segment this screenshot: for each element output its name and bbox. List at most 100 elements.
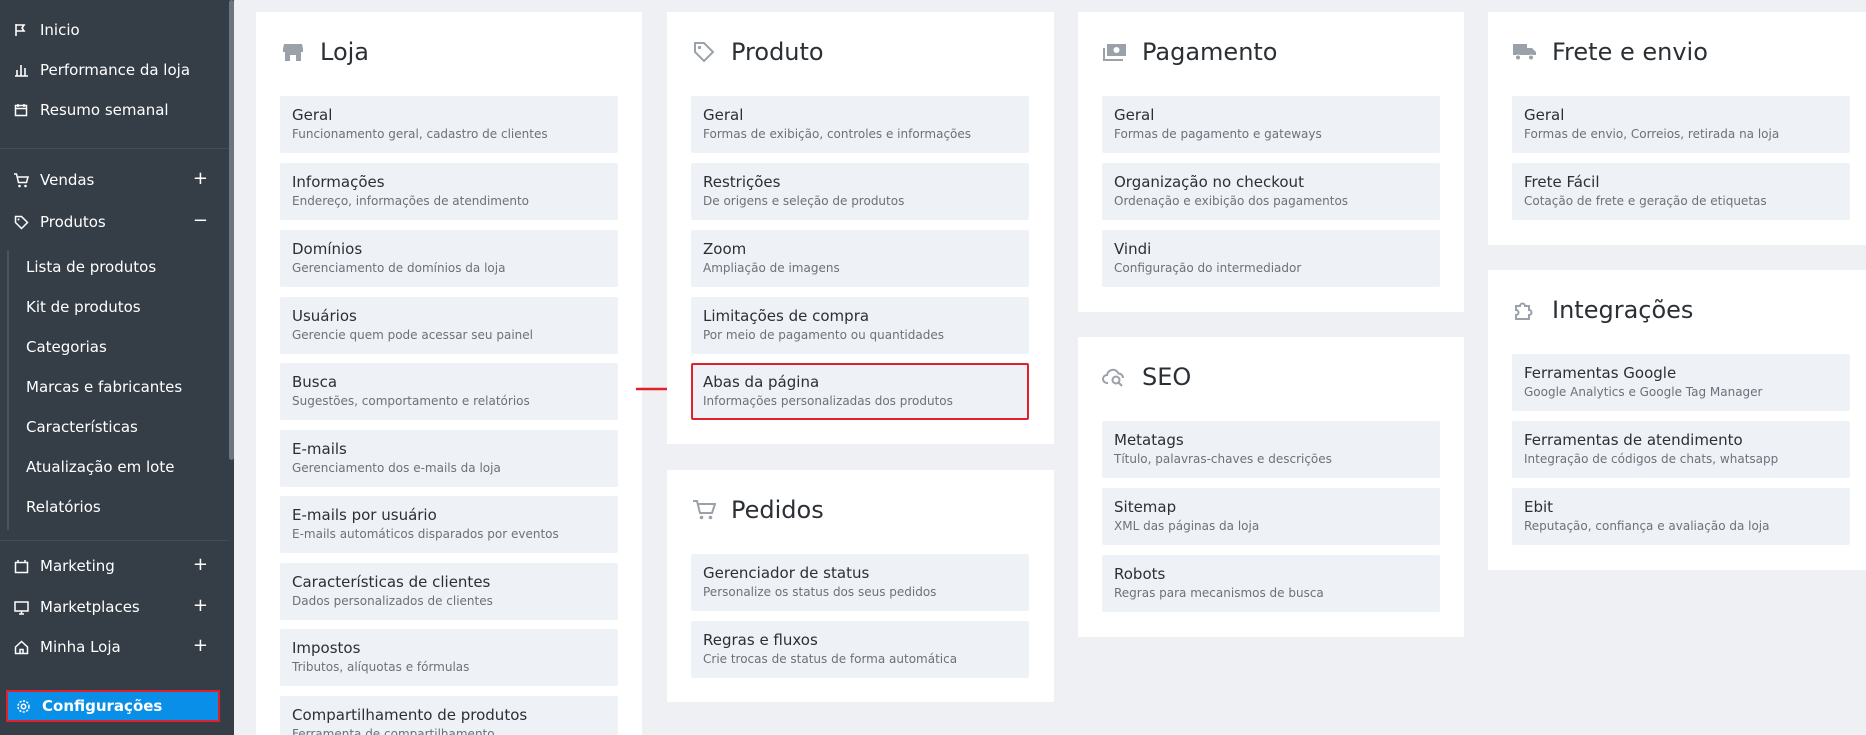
settings-card-busca[interactable]: Busca Sugestões, comportamento e relatóri…	[280, 363, 618, 420]
settings-card-informacoes[interactable]: Informações Endereço, informações de aten…	[280, 163, 618, 220]
card-title: Geral	[292, 106, 333, 124]
settings-card-frete-facil[interactable]: Frete Fácil Cotação de frete e geração de…	[1512, 163, 1850, 220]
settings-card-compartilhamento[interactable]: Compartilhamento de produtos Ferramenta d…	[280, 696, 618, 735]
expand-icon[interactable]: +	[193, 554, 208, 576]
settings-card-sitemap[interactable]: Sitemap XML das páginas da loja	[1102, 488, 1440, 545]
puzzle-icon	[1512, 297, 1538, 323]
expand-icon[interactable]: +	[193, 595, 208, 617]
submenu-item-categorias[interactable]: Categorias	[26, 332, 107, 362]
settings-card-emails[interactable]: E-mails Gerenciamento dos e-mails da loja	[280, 430, 618, 487]
expand-icon[interactable]: +	[193, 168, 208, 190]
settings-card-caracteristicas-clientes[interactable]: Características de clientes Dados persona…	[280, 563, 618, 620]
settings-card-robots[interactable]: Robots Regras para mecanismos de busca	[1102, 555, 1440, 612]
settings-card-geral[interactable]: Geral Formas de pagamento e gateways	[1102, 96, 1440, 153]
settings-card-geral[interactable]: Geral Formas de envio, Correios, retirada…	[1512, 96, 1850, 153]
sidebar-item-inicio[interactable]: Inicio	[12, 14, 222, 46]
settings-card-restricoes[interactable]: Restrições De origens e seleção de produt…	[691, 163, 1029, 220]
card-title: Compartilhamento de produtos	[292, 706, 528, 724]
panel-title: Produto	[731, 38, 824, 66]
panel-header: Frete e envio	[1512, 38, 1708, 66]
tag-icon	[691, 39, 717, 65]
card-description: Endereço, informações de atendimento	[292, 194, 530, 208]
sidebar-item-marketplaces[interactable]: Marketplaces +	[12, 591, 222, 623]
panel-seo: SEO Metatags Título, palavras-chaves e de…	[1078, 337, 1464, 637]
submenu-item-marcas[interactable]: Marcas e fabricantes	[26, 372, 182, 402]
settings-card-usuarios[interactable]: Usuários Gerencie quem pode acessar seu p…	[280, 297, 618, 354]
sidebar: Inicio Performance da loja Resumo semana…	[0, 0, 234, 735]
card-description: Configuração do intermediador	[1114, 261, 1302, 275]
card-title: Vindi	[1114, 240, 1152, 258]
sidebar-item-performance[interactable]: Performance da loja	[12, 54, 222, 86]
card-title: Domínios	[292, 240, 363, 258]
card-title: Geral	[1524, 106, 1565, 124]
panel-produto: Produto Geral Formas de exibição, control…	[667, 12, 1054, 444]
card-description: Formas de exibição, controles e informaç…	[703, 127, 972, 141]
panel-header: SEO	[1102, 363, 1191, 391]
sidebar-item-label: Minha Loja	[40, 638, 121, 656]
settings-card-gerenciador-status[interactable]: Gerenciador de status Personalize os stat…	[691, 554, 1029, 611]
submenu-item-relatorios[interactable]: Relatórios	[26, 492, 101, 522]
settings-card-ferramentas-google[interactable]: Ferramentas Google Google Analytics e Goo…	[1512, 354, 1850, 411]
card-description: E-mails automáticos disparados por event…	[292, 527, 559, 541]
sidebar-item-produtos[interactable]: Produtos −	[12, 206, 222, 238]
card-description: Formas de envio, Correios, retirada na l…	[1524, 127, 1780, 141]
card-title: Restrições	[703, 173, 781, 191]
sidebar-item-vendas[interactable]: Vendas +	[12, 164, 222, 196]
sidebar-item-label: Produtos	[40, 213, 106, 231]
sidebar-item-label: Inicio	[40, 21, 80, 39]
settings-card-vindi[interactable]: Vindi Configuração do intermediador	[1102, 230, 1440, 287]
sidebar-item-label: Marketplaces	[40, 598, 140, 616]
settings-card-geral[interactable]: Geral Formas de exibição, controles e inf…	[691, 96, 1029, 153]
collapse-icon[interactable]: −	[193, 210, 208, 232]
card-description: Por meio de pagamento ou quantidades	[703, 328, 944, 342]
settings-card-zoom[interactable]: Zoom Ampliação de imagens	[691, 230, 1029, 287]
panel-title: Loja	[320, 38, 370, 66]
monitor-icon	[12, 598, 30, 616]
truck-icon	[1512, 39, 1538, 65]
panel-title: SEO	[1142, 363, 1192, 391]
card-description: XML das páginas da loja	[1114, 519, 1260, 533]
sidebar-item-marketing[interactable]: Marketing +	[12, 550, 222, 582]
cart-icon	[691, 497, 717, 523]
settings-card-geral[interactable]: Geral Funcionamento geral, cadastro de cl…	[280, 96, 618, 153]
panel-header: Integrações	[1512, 296, 1693, 324]
submenu-item-caracteristicas[interactable]: Características	[26, 412, 138, 442]
card-title: Frete Fácil	[1524, 173, 1600, 191]
sidebar-scrollbar[interactable]	[229, 0, 234, 460]
gear-icon	[14, 697, 32, 715]
submenu-item-lista-produtos[interactable]: Lista de produtos	[26, 252, 156, 282]
settings-card-metatags[interactable]: Metatags Título, palavras-chaves e descri…	[1102, 421, 1440, 478]
settings-card-emails-usuario[interactable]: E-mails por usuário E-mails automáticos d…	[280, 496, 618, 553]
card-description: Dados personalizados de clientes	[292, 594, 493, 608]
submenu-item-atualizacao-lote[interactable]: Atualização em lote	[26, 452, 174, 482]
card-description: Cotação de frete e geração de etiquetas	[1524, 194, 1767, 208]
card-title: Gerenciador de status	[703, 564, 870, 582]
sidebar-item-resumo[interactable]: Resumo semanal	[12, 94, 222, 126]
panel-title: Pagamento	[1142, 38, 1278, 66]
card-title: E-mails	[292, 440, 347, 458]
settings-card-dominios[interactable]: Domínios Gerenciamento de domínios da loj…	[280, 230, 618, 287]
expand-icon[interactable]: +	[193, 635, 208, 657]
card-description: Integração de códigos de chats, whatsapp	[1524, 452, 1779, 466]
card-description: Informações personalizadas dos produtos	[703, 394, 953, 408]
sidebar-item-label: Resumo semanal	[40, 101, 169, 119]
settings-card-regras-fluxos[interactable]: Regras e fluxos Crie trocas de status de …	[691, 621, 1029, 678]
settings-card-impostos[interactable]: Impostos Tributos, alíquotas e fórmulas	[280, 629, 618, 686]
card-description: Gerencie quem pode acessar seu painel	[292, 328, 533, 342]
settings-card-organizacao-checkout[interactable]: Organização no checkout Ordenação e exibi…	[1102, 163, 1440, 220]
card-title: Impostos	[292, 639, 361, 657]
card-title: Metatags	[1114, 431, 1184, 449]
settings-card-limitacoes-compra[interactable]: Limitações de compra Por meio de pagament…	[691, 297, 1029, 354]
submenu-guide-line	[7, 250, 9, 530]
sidebar-item-configuracoes[interactable]: Configurações	[6, 690, 220, 722]
settings-card-ferramentas-atendimento[interactable]: Ferramentas de atendimento Integração de …	[1512, 421, 1850, 478]
submenu-item-kit-produtos[interactable]: Kit de produtos	[26, 292, 141, 322]
panel-frete-envio: Frete e envio Geral Formas de envio, Corr…	[1488, 12, 1866, 245]
sidebar-item-minha-loja[interactable]: Minha Loja +	[12, 631, 222, 663]
card-description: Ordenação e exibição dos pagamentos	[1114, 194, 1349, 208]
card-title: Ferramentas de atendimento	[1524, 431, 1743, 449]
settings-card-ebit[interactable]: Ebit Reputação, confiança e avaliação da …	[1512, 488, 1850, 545]
panel-title: Frete e envio	[1552, 38, 1708, 66]
card-title: Organização no checkout	[1114, 173, 1304, 191]
settings-card-abas-pagina[interactable]: Abas da página Informações personalizadas…	[691, 363, 1029, 420]
